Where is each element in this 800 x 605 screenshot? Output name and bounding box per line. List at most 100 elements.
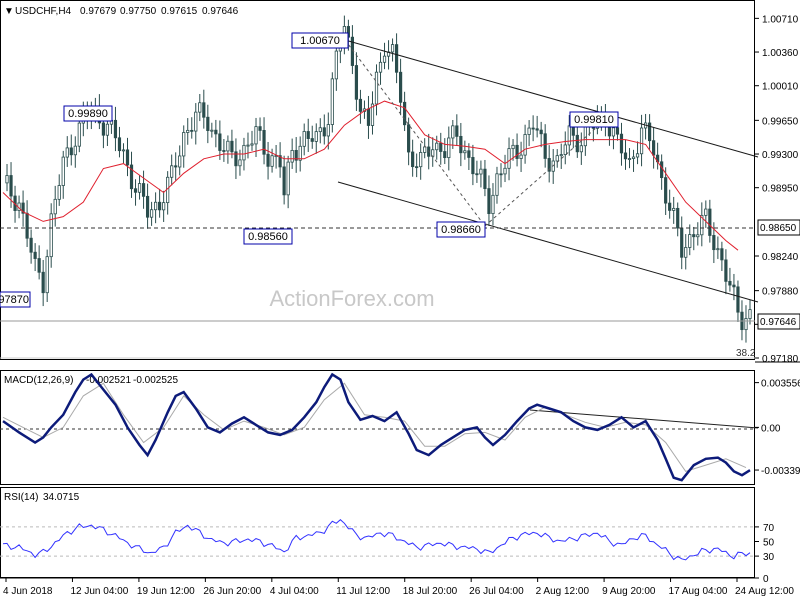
ohlc-high: 0.97750 xyxy=(120,6,157,17)
candle-body xyxy=(318,127,322,133)
candle-body xyxy=(326,124,330,137)
ohlc-low: 0.97615 xyxy=(161,6,198,17)
candle-body xyxy=(415,166,419,169)
rsi-tick-label: 30 xyxy=(763,552,775,563)
candle-body xyxy=(202,102,206,118)
candle-body xyxy=(41,271,45,294)
time-tick-label: 24 Aug 12:00 xyxy=(735,586,794,597)
candle-body xyxy=(708,208,712,236)
price-panel: ▼ USDCHF,H4 0.97679 0.97750 0.97615 0.97… xyxy=(0,0,800,365)
candle-body xyxy=(539,129,543,135)
candle-body xyxy=(238,159,242,167)
candle-body xyxy=(435,142,439,151)
candle-body xyxy=(145,195,150,218)
candle-body xyxy=(210,129,214,132)
candle-body xyxy=(495,173,499,196)
candle-body xyxy=(158,201,162,211)
candle-body xyxy=(639,127,644,155)
candle-body xyxy=(266,153,270,167)
candle-body xyxy=(286,161,290,196)
candle-body xyxy=(366,108,371,126)
candle-body xyxy=(684,247,688,258)
macd-value-2: -0.002525 xyxy=(133,375,178,386)
candle-body xyxy=(559,154,563,157)
candle-body xyxy=(523,134,527,156)
candle-body xyxy=(57,185,61,200)
candle-body xyxy=(226,140,230,152)
candle-body xyxy=(302,131,306,147)
candle-body xyxy=(49,213,53,258)
candle-body xyxy=(627,158,632,160)
candle-body xyxy=(668,202,672,211)
candle-body xyxy=(222,150,226,152)
svg-text:1.00670: 1.00670 xyxy=(300,35,340,47)
chart-window: ▼ USDCHF,H4 0.97679 0.97750 0.97615 0.97… xyxy=(0,0,800,600)
candle-body xyxy=(149,209,154,218)
macd-tick-label: -0.003391 xyxy=(761,466,800,477)
candle-body xyxy=(133,188,138,193)
candle-body xyxy=(555,155,559,162)
candle-body xyxy=(491,194,495,215)
candle-body xyxy=(676,207,680,229)
candle-body xyxy=(724,259,728,282)
candle-body xyxy=(113,119,118,139)
candle-body xyxy=(672,207,676,211)
candle-body xyxy=(141,183,146,197)
price-tick-label: 0.99650 xyxy=(762,116,799,127)
candle-body xyxy=(451,125,455,139)
candle-body xyxy=(45,256,49,294)
svg-text:0.99810: 0.99810 xyxy=(574,114,614,126)
svg-text:0.97870: 0.97870 xyxy=(0,294,29,306)
rsi-panel: RSI(14) 34.0715 70 50 30 0 xyxy=(0,487,775,585)
candle-body xyxy=(170,165,174,178)
candle-body xyxy=(611,127,616,137)
candle-body xyxy=(736,286,740,313)
time-tick-label: 17 Aug 04:00 xyxy=(669,586,728,597)
candle-body xyxy=(483,168,487,189)
candle-body xyxy=(194,111,198,132)
candle-body xyxy=(250,143,254,146)
candle-body xyxy=(487,188,491,215)
candle-body xyxy=(716,248,720,251)
macd-plot-frame xyxy=(0,370,755,485)
candle-body xyxy=(137,183,142,193)
candle-body xyxy=(519,154,523,159)
collapse-icon[interactable]: ▼ xyxy=(4,6,14,17)
candle-body xyxy=(443,151,447,159)
svg-text:0.98650: 0.98650 xyxy=(760,223,797,234)
candle-body xyxy=(579,145,583,153)
candle-body xyxy=(394,44,399,73)
candle-body xyxy=(459,135,463,154)
time-tick-label: 4 Jul 04:00 xyxy=(270,586,319,597)
candle-body xyxy=(475,173,479,176)
candle-body xyxy=(270,155,274,167)
candle-body xyxy=(403,101,407,126)
candle-body xyxy=(543,133,547,159)
candle-body xyxy=(354,65,359,100)
candle-body xyxy=(182,132,186,157)
candle-body xyxy=(125,149,130,166)
time-tick-label: 2 Aug 12:00 xyxy=(536,586,590,597)
candle-body xyxy=(186,129,190,133)
time-tick-label: 9 Aug 20:00 xyxy=(602,586,656,597)
candle-body xyxy=(53,198,57,215)
candle-body xyxy=(117,137,122,152)
time-tick-label: 19 Jun 12:00 xyxy=(137,586,195,597)
price-tick-label: 1.00360 xyxy=(762,48,799,59)
candle-body xyxy=(567,125,571,146)
candle-body xyxy=(660,161,664,179)
candle-body xyxy=(33,251,37,259)
candle-body xyxy=(419,152,423,168)
time-tick-label: 18 Jul 20:00 xyxy=(403,586,458,597)
ohlc-open: 0.97679 xyxy=(80,6,117,17)
ohlc-close: 0.97646 xyxy=(202,6,239,17)
candle-body xyxy=(242,144,246,161)
chart-svg: ▼ USDCHF,H4 0.97679 0.97750 0.97615 0.97… xyxy=(0,0,800,597)
candle-body xyxy=(290,149,294,163)
candle-body xyxy=(258,126,262,131)
candle-body xyxy=(623,152,628,160)
candle-body xyxy=(748,309,752,319)
candle-body xyxy=(479,168,483,175)
time-tick-label: 11 Jul 12:00 xyxy=(336,586,390,597)
candle-body xyxy=(744,318,748,331)
